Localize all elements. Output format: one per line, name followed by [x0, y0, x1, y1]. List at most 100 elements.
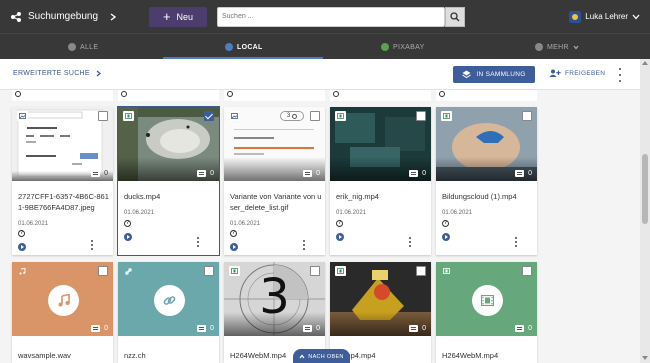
card-menu-button[interactable] [408, 237, 412, 247]
brand-menu[interactable]: Suchumgebung [0, 11, 149, 23]
play-icon[interactable] [336, 233, 344, 241]
avatar [569, 10, 582, 23]
scrollbar-thumb[interactable] [642, 154, 648, 224]
more-options-button[interactable] [617, 68, 623, 82]
user-menu[interactable]: Luka Lehrer [569, 10, 640, 23]
file-title[interactable]: nzz.ch [124, 351, 216, 362]
comment-count-value: 0 [210, 170, 214, 177]
select-checkbox[interactable] [416, 266, 426, 276]
scroll-up-arrow[interactable] [642, 61, 648, 65]
tab-pixabay[interactable]: PIXABAY [381, 34, 425, 60]
file-title[interactable]: Bildungscloud (1).mp4 [442, 192, 534, 203]
comment-count[interactable]: 0 [91, 325, 108, 332]
video-icon [335, 111, 346, 121]
card-menu-button[interactable] [514, 237, 518, 247]
tab-alle[interactable]: ALLE [68, 34, 98, 60]
select-checkbox[interactable] [522, 266, 532, 276]
file-card[interactable]: 0 erik_nig.mp4 01.06.2021 ? [330, 107, 431, 255]
select-checkbox[interactable] [310, 111, 320, 121]
file-title[interactable]: wavsample.wav [18, 351, 110, 362]
file-card[interactable]: 0 nzz.ch [118, 262, 219, 363]
video-icon [123, 111, 134, 121]
search-button[interactable] [445, 6, 465, 27]
file-title[interactable]: erik_nig.mp4 [336, 192, 428, 203]
image-icon [17, 111, 28, 121]
comment-count-value: 0 [528, 170, 532, 177]
play-icon[interactable] [124, 233, 132, 241]
search-icon [450, 11, 460, 21]
select-checkbox[interactable] [98, 111, 108, 121]
search-input[interactable] [217, 6, 445, 27]
chevron-right-icon [96, 70, 101, 77]
new-button[interactable]: + Neu [149, 6, 207, 27]
comment-count[interactable]: 0 [515, 325, 532, 332]
version-badge: 3 [280, 111, 304, 121]
comment-count-value: 0 [316, 325, 320, 332]
comment-count-value: 0 [528, 325, 532, 332]
back-to-top-button[interactable]: NACH OBEN [293, 349, 350, 363]
music-note-icon [58, 294, 70, 307]
advanced-search-link[interactable]: ERWEITERTE SUCHE [13, 70, 101, 77]
chevron-down-icon [573, 45, 579, 49]
comment-count[interactable]: 0 [303, 170, 320, 177]
comment-count[interactable]: 0 [515, 170, 532, 177]
file-title[interactable]: H264WebM.mp4 [442, 351, 534, 362]
play-icon[interactable] [230, 243, 238, 251]
comment-count[interactable]: 0 [91, 170, 108, 177]
all-sources-icon [68, 43, 76, 51]
add-to-collection-button[interactable]: IN SAMMLUNG [453, 66, 535, 83]
license-icon [121, 91, 127, 97]
select-checkbox[interactable] [310, 266, 320, 276]
comment-count-value: 0 [104, 325, 108, 332]
thumbnail-shade [436, 157, 537, 181]
card-menu-button[interactable] [196, 237, 200, 247]
previous-card-remnant [118, 90, 219, 101]
file-card[interactable]: 3 0 Variante von Variante von user_delet… [224, 107, 325, 255]
select-checkbox[interactable] [204, 111, 214, 121]
version-count: 3 [286, 113, 291, 119]
file-title[interactable]: ducks.mp4 [124, 192, 216, 203]
scroll-down-arrow[interactable] [642, 356, 648, 360]
card-menu-button[interactable] [90, 240, 94, 250]
comment-icon [197, 170, 207, 177]
comment-count[interactable]: 0 [303, 325, 320, 332]
collection-button-label: IN SAMMLUNG [476, 71, 526, 78]
plus-icon: + [162, 9, 171, 24]
select-checkbox[interactable] [416, 111, 426, 121]
license-icon [439, 91, 445, 97]
play-icon[interactable] [18, 243, 26, 251]
select-checkbox[interactable] [522, 111, 532, 121]
comment-count[interactable]: 0 [197, 170, 214, 177]
file-card[interactable]: 0 H264WebM.mp4 [436, 262, 537, 363]
video-icon [229, 266, 240, 276]
play-icon[interactable] [442, 233, 450, 241]
comment-count[interactable]: 0 [409, 170, 426, 177]
comment-count-value: 0 [210, 325, 214, 332]
file-card[interactable]: 0 wavsample.wav [12, 262, 113, 363]
file-thumbnail: 0 [118, 107, 219, 181]
file-card[interactable]: 0 Bildungscloud (1).mp4 01.06.2021 ? [436, 107, 537, 255]
scrollbar[interactable] [640, 59, 650, 363]
file-title[interactable]: Variante von Variante von user_delete_li… [230, 192, 322, 213]
share-users-icon [549, 69, 561, 77]
share-button[interactable]: FREIGEBEN [549, 69, 605, 77]
file-card[interactable]: 0 Lamp4.mp4 [330, 262, 431, 363]
comment-count-value: 0 [104, 170, 108, 177]
new-button-label: Neu [176, 11, 194, 22]
comment-icon [515, 325, 525, 332]
comment-count[interactable]: 0 [197, 325, 214, 332]
file-card[interactable]: 0 ducks.mp4 01.06.2021 ? [118, 107, 219, 255]
video-icon [441, 111, 452, 121]
card-menu-button[interactable] [302, 240, 306, 250]
file-card[interactable]: 3 0 H264WebM.mp4 [224, 262, 325, 363]
thumbnail-shade [118, 157, 219, 181]
comment-count[interactable]: 0 [409, 325, 426, 332]
select-checkbox[interactable] [98, 266, 108, 276]
file-thumbnail: 3 0 [224, 262, 325, 336]
license-icon: ? [336, 220, 343, 227]
file-card[interactable]: 0 2727CFF1-6357-4B6C-8611-9BE766FA4D87.j… [12, 107, 113, 255]
file-title[interactable]: 2727CFF1-6357-4B6C-8611-9BE766FA4D87.jpe… [18, 192, 110, 213]
tab-mehr[interactable]: MEHR [535, 34, 579, 60]
select-checkbox[interactable] [204, 266, 214, 276]
comment-count-value: 0 [422, 170, 426, 177]
